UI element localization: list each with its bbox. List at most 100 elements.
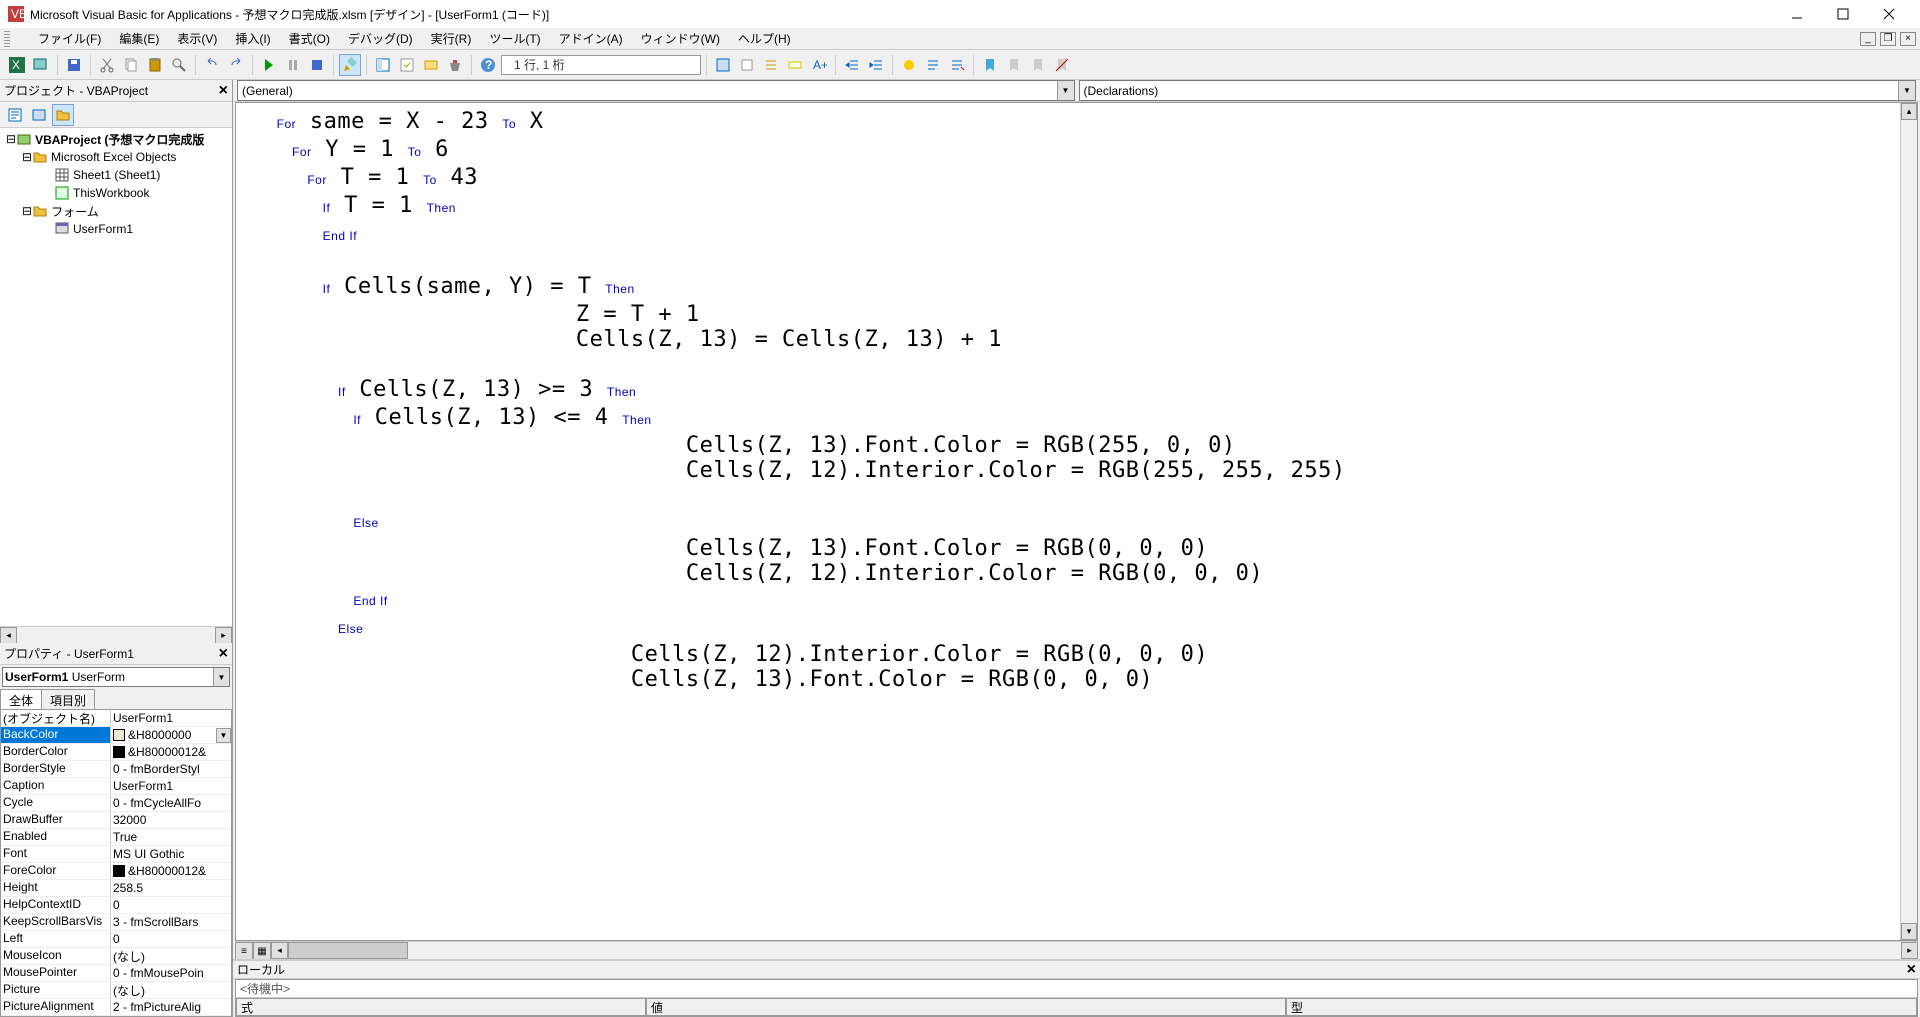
tree-userform1[interactable]: UserForm1 — [2, 220, 230, 238]
breakpoint-toggle-icon[interactable] — [898, 54, 920, 76]
uncomment-block-icon[interactable] — [946, 54, 968, 76]
prop-row[interactable]: DrawBuffer32000 — [1, 812, 231, 829]
locals-col-value[interactable]: 値 — [646, 998, 1286, 1016]
bookmark-next-icon[interactable] — [1003, 54, 1025, 76]
properties-pane-close-icon[interactable]: × — [219, 645, 228, 663]
code-hscroll[interactable]: ◂▸ — [271, 942, 1918, 959]
prop-row[interactable]: Picture(なし) — [1, 982, 231, 999]
code-editor[interactable]: For same = X - 23 To X For Y = 1 To 6 Fo… — [235, 102, 1918, 941]
save-icon[interactable] — [63, 54, 85, 76]
locals-col-type[interactable]: 型 — [1286, 998, 1917, 1016]
object-browser-icon[interactable] — [420, 54, 442, 76]
prop-row[interactable]: (オブジェクト名)UserForm1 — [1, 710, 231, 727]
close-button[interactable] — [1866, 0, 1912, 28]
menu-addins[interactable]: アドイン(A) — [551, 28, 631, 49]
comment-block-icon[interactable] — [922, 54, 944, 76]
prop-row[interactable]: HelpContextID0 — [1, 897, 231, 914]
prop-row[interactable]: ForeColor&H80000012& — [1, 863, 231, 880]
menu-help[interactable]: ヘルプ(H) — [730, 28, 799, 49]
full-module-view-button[interactable]: ▦ — [253, 942, 271, 960]
excel-icon[interactable]: X — [6, 54, 28, 76]
prop-row[interactable]: MouseIcon(なし) — [1, 948, 231, 965]
prop-row[interactable]: Cycle0 - fmCycleAllFo — [1, 795, 231, 812]
menu-edit[interactable]: 編集(E) — [111, 28, 167, 49]
prop-row[interactable]: BackColor&H8000000▼ — [1, 727, 231, 744]
menu-insert[interactable]: 挿入(I) — [227, 28, 278, 49]
prop-row[interactable]: BorderStyle0 - fmBorderStyl — [1, 761, 231, 778]
bookmark-toggle-icon[interactable] — [979, 54, 1001, 76]
tree-thisworkbook[interactable]: ThisWorkbook — [2, 184, 230, 202]
help-icon[interactable]: ? — [477, 54, 499, 76]
maximize-button[interactable] — [1820, 0, 1866, 28]
cut-icon[interactable] — [96, 54, 118, 76]
properties-window-icon[interactable] — [396, 54, 418, 76]
find-icon[interactable] — [168, 54, 190, 76]
toolbox-icon[interactable] — [444, 54, 466, 76]
prop-row[interactable]: Height258.5 — [1, 880, 231, 897]
tab-categorized[interactable]: 項目別 — [41, 689, 95, 709]
prop-row[interactable]: EnabledTrue — [1, 829, 231, 846]
properties-grid[interactable]: (オブジェクト名)UserForm1BackColor&H8000000▼Bor… — [0, 709, 232, 1017]
prop-row[interactable]: Left0 — [1, 931, 231, 948]
design-mode-icon[interactable] — [339, 54, 361, 76]
project-tree[interactable]: ⊟ VBAProject (予想マクロ完成版 ⊟ Microsoft Excel… — [0, 128, 232, 626]
toolbar-grip[interactable] — [4, 31, 10, 47]
tree-excel-objects[interactable]: ⊟ Microsoft Excel Objects — [2, 148, 230, 166]
paste-icon[interactable] — [144, 54, 166, 76]
edit-tb-quickinfo-icon[interactable] — [784, 54, 806, 76]
tab-alphabetic[interactable]: 全体 — [0, 689, 42, 709]
prop-row[interactable]: PictureAlignment2 - fmPictureAlig — [1, 999, 231, 1016]
tree-sheet1[interactable]: Sheet1 (Sheet1) — [2, 166, 230, 184]
undo-icon[interactable] — [201, 54, 223, 76]
chevron-down-icon[interactable]: ▼ — [1057, 81, 1074, 100]
locals-pane-close-icon[interactable]: × — [1907, 961, 1916, 979]
locals-col-expr[interactable]: 式 — [236, 998, 646, 1016]
menu-format[interactable]: 書式(O) — [281, 28, 338, 49]
menu-tools[interactable]: ツール(T) — [481, 28, 548, 49]
bookmark-clear-icon[interactable] — [1051, 54, 1073, 76]
menu-view[interactable]: 表示(V) — [169, 28, 225, 49]
code-vscroll[interactable]: ▴▾ — [1900, 103, 1917, 940]
edit-tb-1-icon[interactable] — [712, 54, 734, 76]
project-explorer-icon[interactable] — [372, 54, 394, 76]
project-hscroll[interactable]: ◂▸ — [0, 626, 232, 643]
outdent-icon[interactable] — [865, 54, 887, 76]
prop-row[interactable]: KeepScrollBarsVis3 - fmScrollBars — [1, 914, 231, 931]
mdi-close-button[interactable]: × — [1900, 32, 1916, 46]
chevron-down-icon[interactable]: ▼ — [1898, 81, 1915, 100]
procedure-view-button[interactable]: ≡ — [235, 942, 253, 960]
menu-debug[interactable]: デバッグ(D) — [340, 28, 421, 49]
tree-forms-folder[interactable]: ⊟ フォーム — [2, 202, 230, 220]
standard-toolbar: X ? 1 行, 1 桁 A+ — [0, 50, 1920, 80]
indent-icon[interactable] — [841, 54, 863, 76]
view-object-icon[interactable] — [28, 104, 50, 126]
properties-object-combo[interactable]: UserForm1 UserForm ▼ — [2, 667, 230, 687]
run-icon[interactable] — [258, 54, 280, 76]
minimize-button[interactable] — [1774, 0, 1820, 28]
menu-file[interactable]: ファイル(F) — [30, 28, 109, 49]
reset-icon[interactable] — [306, 54, 328, 76]
edit-tb-list-icon[interactable] — [760, 54, 782, 76]
view-code-icon[interactable] — [4, 104, 26, 126]
object-combo[interactable]: (General)▼ — [237, 80, 1075, 101]
chevron-down-icon[interactable]: ▼ — [213, 668, 229, 686]
mdi-minimize-button[interactable]: _ — [1860, 32, 1876, 46]
prop-row[interactable]: BorderColor&H80000012& — [1, 744, 231, 761]
procedure-combo[interactable]: (Declarations)▼ — [1079, 80, 1917, 101]
prop-row[interactable]: FontMS UI Gothic — [1, 846, 231, 863]
project-pane-close-icon[interactable]: × — [219, 82, 228, 100]
edit-tb-complete-icon[interactable]: A+ — [808, 54, 830, 76]
edit-tb-2-icon[interactable] — [736, 54, 758, 76]
break-icon[interactable] — [282, 54, 304, 76]
menu-window[interactable]: ウィンドウ(W) — [633, 28, 728, 49]
copy-icon[interactable] — [120, 54, 142, 76]
insert-userform-icon[interactable] — [30, 54, 52, 76]
mdi-restore-button[interactable]: ❐ — [1880, 32, 1896, 46]
redo-icon[interactable] — [225, 54, 247, 76]
toggle-folders-icon[interactable] — [52, 104, 74, 126]
menu-run[interactable]: 実行(R) — [423, 28, 480, 49]
bookmark-prev-icon[interactable] — [1027, 54, 1049, 76]
prop-row[interactable]: MousePointer0 - fmMousePoin — [1, 965, 231, 982]
tree-project-root[interactable]: ⊟ VBAProject (予想マクロ完成版 — [2, 130, 230, 148]
prop-row[interactable]: CaptionUserForm1 — [1, 778, 231, 795]
